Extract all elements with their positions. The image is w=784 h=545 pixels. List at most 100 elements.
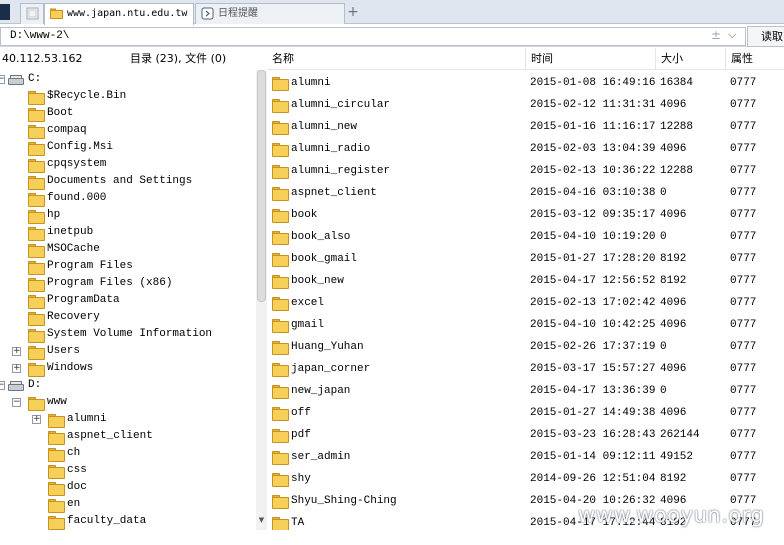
file-row[interactable]: japan_corner 2015-03-17 15:57:27 4096 0777 — [267, 358, 784, 380]
file-row[interactable]: book_also 2015-04-10 10:19:20 0 0777 — [267, 226, 784, 248]
file-row[interactable]: book 2015-03-12 09:35:17 4096 0777 — [267, 204, 784, 226]
file-row[interactable]: book_new 2015-04-17 12:56:52 8192 0777 — [267, 270, 784, 292]
tree-folder-node[interactable]: css — [0, 462, 256, 479]
column-name-header[interactable]: 名称 — [267, 48, 526, 70]
tab-scroll-left-button[interactable] — [0, 4, 10, 20]
tree-folder-node[interactable]: + Users — [0, 343, 256, 360]
tree-folder-node[interactable]: en — [0, 496, 256, 513]
file-attr: 0777 — [730, 319, 757, 331]
tree-folder-node[interactable]: − www — [0, 394, 256, 411]
tree-node-label: Program Files — [47, 260, 133, 272]
tree-folder-node[interactable]: MSOCache — [0, 241, 256, 258]
reminder-icon — [201, 7, 214, 20]
folder-icon — [272, 231, 289, 245]
file-row[interactable]: aspnet_client 2015-04-16 03:10:38 0 0777 — [267, 182, 784, 204]
bookmark-plus-icon[interactable]: ± — [711, 28, 721, 42]
tab-schedule-reminder[interactable]: 日程提醒 — [195, 3, 345, 24]
tree-node-label: doc — [67, 481, 87, 493]
folder-icon — [48, 431, 65, 445]
tree-drive-node[interactable]: − D: — [0, 377, 256, 394]
tree-node-label: compaq — [47, 124, 87, 136]
tree-drive-node[interactable]: − C: — [0, 71, 256, 88]
tree-folder-node[interactable]: aspnet_client — [0, 428, 256, 445]
tab-schedule-reminder-label: 日程提醒 — [218, 8, 258, 19]
tree-folder-node[interactable]: doc — [0, 479, 256, 496]
file-row[interactable]: Huang_Yuhan 2015-02-26 17:37:19 0 0777 — [267, 336, 784, 358]
tab-blank[interactable] — [20, 3, 44, 24]
tree-folder-node[interactable]: ch — [0, 445, 256, 462]
expand-plus-icon[interactable]: + — [12, 364, 21, 373]
tree-folder-node[interactable]: cpqsystem — [0, 156, 256, 173]
expand-plus-icon[interactable]: + — [12, 347, 21, 356]
tree-folder-node[interactable]: faculty_data — [0, 513, 256, 530]
column-size-header[interactable]: 大小 — [656, 48, 726, 70]
file-row[interactable]: shy 2014-09-26 12:51:04 8192 0777 — [267, 468, 784, 490]
folder-icon — [28, 125, 45, 139]
file-size: 4096 — [660, 363, 687, 375]
file-time: 2015-04-17 12:56:52 — [530, 275, 656, 287]
file-time: 2015-02-13 17:02:42 — [530, 297, 656, 309]
file-row[interactable]: alumni_new 2015-01-16 11:16:17 12288 0777 — [267, 116, 784, 138]
file-name: book_gmail — [291, 253, 358, 265]
tree-folder-node[interactable]: compaq — [0, 122, 256, 139]
expand-plus-icon[interactable]: + — [32, 415, 41, 424]
file-row[interactable]: alumni_radio 2015-02-03 13:04:39 4096 0777 — [267, 138, 784, 160]
file-size: 12288 — [660, 165, 694, 177]
folder-icon — [48, 414, 65, 428]
file-size: 12288 — [660, 121, 694, 133]
tree-folder-node[interactable]: System Volume Information — [0, 326, 256, 343]
file-attr: 0777 — [730, 209, 757, 221]
tree-folder-node[interactable]: found.000 — [0, 190, 256, 207]
tree-folder-node[interactable]: + Windows — [0, 360, 256, 377]
tree-folder-node[interactable]: Documents and Settings — [0, 173, 256, 190]
folder-icon — [28, 227, 45, 241]
read-button[interactable]: 读取 — [747, 26, 784, 47]
tree-folder-node[interactable]: Program Files (x86) — [0, 275, 256, 292]
file-name: gmail — [291, 319, 325, 331]
tree-folder-node[interactable]: $Recycle.Bin — [0, 88, 256, 105]
tree-folder-node[interactable]: + alumni — [0, 411, 256, 428]
tree-scrollbar[interactable]: ▼ — [256, 70, 267, 530]
file-row[interactable]: ser_admin 2015-01-14 09:12:11 49152 0777 — [267, 446, 784, 468]
new-tab-button[interactable]: + — [346, 3, 360, 21]
file-size: 4096 — [660, 209, 687, 221]
tab-site[interactable]: www.japan.ntu.edu.tw — [44, 3, 194, 25]
collapse-minus-icon[interactable]: − — [0, 75, 5, 84]
file-row[interactable]: alumni_register 2015-02-13 10:36:22 12288 0… — [267, 160, 784, 182]
file-time: 2015-03-17 15:57:27 — [530, 363, 656, 375]
file-list-header: 名称 时间 大小 属性 — [267, 48, 784, 70]
file-attr: 0777 — [730, 143, 757, 155]
collapse-minus-icon[interactable]: − — [0, 381, 5, 390]
collapse-minus-icon[interactable]: − — [12, 398, 21, 407]
file-time: 2015-02-12 11:31:31 — [530, 99, 656, 111]
file-time: 2015-01-27 17:28:20 — [530, 253, 656, 265]
directory-summary: 目录 (23), 文件 (0) — [130, 52, 227, 65]
tree-folder-node[interactable]: Program Files — [0, 258, 256, 275]
folder-icon — [272, 517, 289, 530]
file-row[interactable]: book_gmail 2015-01-27 17:28:20 8192 0777 — [267, 248, 784, 270]
folder-icon — [28, 108, 45, 122]
tree-folder-node[interactable]: Config.Msi — [0, 139, 256, 156]
file-time: 2015-04-17 13:36:39 — [530, 385, 656, 397]
path-input[interactable]: D:\www-2\ — [0, 27, 746, 46]
file-row[interactable]: off 2015-01-27 14:49:38 4096 0777 — [267, 402, 784, 424]
tree-folder-node[interactable]: Recovery — [0, 309, 256, 326]
column-attr-header[interactable]: 属性 — [726, 48, 784, 70]
file-attr: 0777 — [730, 407, 757, 419]
file-size: 16384 — [660, 77, 694, 89]
chevron-down-icon[interactable]: ⌵ — [728, 28, 736, 42]
tree-folder-node[interactable]: inetpub — [0, 224, 256, 241]
file-row[interactable]: alumni 2015-01-08 16:49:16 16384 0777 — [267, 72, 784, 94]
file-row[interactable]: pdf 2015-03-23 16:28:43 262144 0777 — [267, 424, 784, 446]
tree-folder-node[interactable]: Boot — [0, 105, 256, 122]
file-name: excel — [291, 297, 325, 309]
file-row[interactable]: excel 2015-02-13 17:02:42 4096 0777 — [267, 292, 784, 314]
file-row[interactable]: new_japan 2015-04-17 13:36:39 0 0777 — [267, 380, 784, 402]
scroll-down-arrow-icon[interactable]: ▼ — [257, 516, 266, 524]
column-time-header[interactable]: 时间 — [526, 48, 656, 70]
tree-folder-node[interactable]: hp — [0, 207, 256, 224]
tree-scrollbar-thumb[interactable] — [257, 70, 266, 302]
tree-folder-node[interactable]: ProgramData — [0, 292, 256, 309]
file-row[interactable]: gmail 2015-04-10 10:42:25 4096 0777 — [267, 314, 784, 336]
file-row[interactable]: alumni_circular 2015-02-12 11:31:31 4096 07… — [267, 94, 784, 116]
